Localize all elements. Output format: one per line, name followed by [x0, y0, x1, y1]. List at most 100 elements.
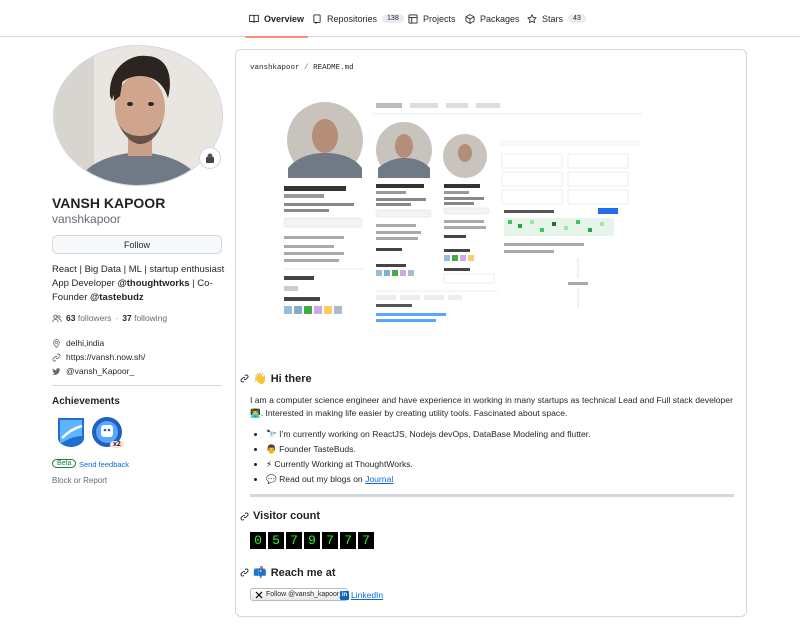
tab-label: Repositories [327, 13, 378, 24]
counter-digit: 7 [340, 532, 356, 549]
blog-text: 💬 Read out my blogs on [266, 474, 366, 484]
counter-digit: 7 [358, 532, 374, 549]
tab-label: Projects [423, 13, 456, 24]
location-icon [53, 338, 60, 348]
website-item: https://vansh.now.sh/ [52, 352, 145, 362]
followers-link[interactable]: 63 followers [66, 313, 111, 323]
status-emoji-button[interactable] [199, 147, 221, 169]
separator-dot: · [115, 313, 119, 323]
facts-list: 🔭 I’m currently working on ReactJS, Node… [258, 427, 591, 487]
org-mention-link[interactable]: @tastebudz [90, 292, 144, 303]
tab-packages[interactable]: Packages [465, 0, 520, 37]
horizontal-rule [250, 494, 734, 497]
journal-link[interactable]: Journal [365, 474, 393, 484]
bio-text: Founder [52, 292, 91, 303]
tab-stars[interactable]: Stars 43 [527, 0, 586, 37]
anchor-link-icon[interactable] [240, 568, 249, 577]
hi-there-heading: 👋 Hi there [240, 372, 312, 385]
send-feedback-link[interactable]: Send feedback [79, 460, 129, 469]
readme-card: vanshkapoor / README.md 👋 Hi there I am … [235, 49, 747, 617]
website-link[interactable]: https://vansh.now.sh/ [66, 352, 145, 362]
x-logo-icon [255, 591, 263, 598]
following-count: 37 [122, 313, 132, 323]
readme-owner-link[interactable]: vanshkapoor [250, 64, 300, 72]
twitter-follow-label: Follow @vansh_kapoor_ [266, 591, 344, 598]
twitter-item: @vansh_Kapoor_ [52, 366, 134, 376]
list-item: 🔭 I’m currently working on ReactJS, Node… [266, 427, 591, 442]
star-icon [527, 13, 537, 23]
intro-paragraph: I am a computer science engineer and hav… [250, 395, 733, 418]
bio-line: React | Big Data | ML | startup enthusia… [52, 264, 225, 275]
twitter-link[interactable]: @vansh_Kapoor_ [66, 366, 134, 376]
following-link[interactable]: 37 following [122, 313, 167, 323]
heading-text: Visitor count [253, 510, 321, 522]
heading-text: Hi there [270, 372, 312, 385]
following-label: following [134, 313, 168, 323]
profile-fullname: VANSH KAPOOR [52, 195, 166, 211]
list-item: 👨 Founder TasteBuds. [266, 442, 591, 457]
table-icon [408, 14, 418, 23]
tab-label: Stars [542, 13, 564, 24]
followers-label: followers [77, 313, 112, 323]
anchor-link-icon[interactable] [240, 512, 249, 521]
achievement-badge-2[interactable]: x2 [91, 416, 125, 452]
block-report-link[interactable]: Block or Report [52, 476, 107, 485]
achievements-heading: Achievements [52, 396, 120, 407]
tab-label: Packages [480, 13, 520, 24]
counter-digit: 9 [304, 532, 320, 549]
list-item: ⚡ Currently Working at ThoughtWorks. [266, 457, 591, 472]
status-emoji-icon [206, 153, 214, 163]
mailbox-emoji-icon: 📫 [253, 567, 267, 579]
profile-username: vanshkapoor [52, 212, 121, 226]
readme-file-link[interactable]: README.md [313, 64, 354, 72]
heading-text: Reach me at [270, 566, 336, 579]
visitor-counter: 0 5 7 9 7 7 7 [250, 532, 374, 549]
sidebar-divider [52, 385, 222, 386]
linkedin-icon: in [340, 590, 349, 600]
avatar[interactable] [53, 45, 223, 186]
contribution-grid [504, 218, 614, 236]
profile-screenshot-graphic [278, 98, 642, 330]
location-item: delhi,india [52, 338, 104, 348]
linkedin-label: LinkedIn [351, 590, 384, 600]
bio-text: | Co- [189, 278, 213, 289]
achievement-multiplier: x2 [110, 441, 124, 448]
counter-digit: 7 [286, 532, 302, 549]
bio-text: App Developer [52, 278, 118, 289]
wave-emoji-icon: 👋 [253, 373, 267, 385]
profile-bio: React | Big Data | ML | startup enthusia… [52, 263, 227, 305]
twitter-follow-button[interactable]: Follow @vansh_kapoor_ [250, 588, 349, 601]
location-text: delhi,india [66, 338, 105, 348]
readme-path: vanshkapoor / README.md [250, 64, 354, 72]
link-icon [52, 353, 61, 361]
follow-button[interactable]: Follow [52, 235, 222, 254]
counter-digit: 0 [250, 532, 266, 549]
anchor-link-icon[interactable] [240, 374, 249, 383]
followers-summary: 63 followers · 37 following [52, 313, 167, 323]
twitter-icon [52, 367, 61, 375]
linkedin-link[interactable]: in LinkedIn [340, 590, 383, 600]
achievement-icon [58, 418, 84, 447]
people-icon [52, 314, 62, 322]
followers-count: 63 [66, 313, 76, 323]
tab-repositories[interactable]: Repositories 138 [312, 0, 404, 37]
reach-me-heading: 📫 Reach me at [240, 566, 336, 579]
counter-digit: 7 [322, 532, 338, 549]
avatar-photo [54, 46, 222, 185]
beta-badge: Beta [52, 459, 77, 468]
achievement-badge-1[interactable] [56, 414, 86, 448]
readme-preview-image [278, 98, 642, 330]
repo-icon [313, 14, 321, 24]
package-icon [465, 13, 475, 24]
stars-count-badge: 43 [568, 14, 586, 23]
org-mention-link[interactable]: @thoughtworks [117, 278, 189, 289]
tab-label: Overview [264, 13, 305, 24]
counter-digit: 5 [268, 532, 284, 549]
visitor-count-heading: Visitor count [240, 510, 320, 522]
tab-projects[interactable]: Projects [408, 0, 456, 37]
profile-tabs-nav: Overview Repositories 138 Projects Packa… [0, 0, 800, 38]
path-separator: / [304, 64, 309, 72]
tab-overview[interactable]: Overview [244, 0, 309, 38]
book-icon [249, 14, 259, 23]
